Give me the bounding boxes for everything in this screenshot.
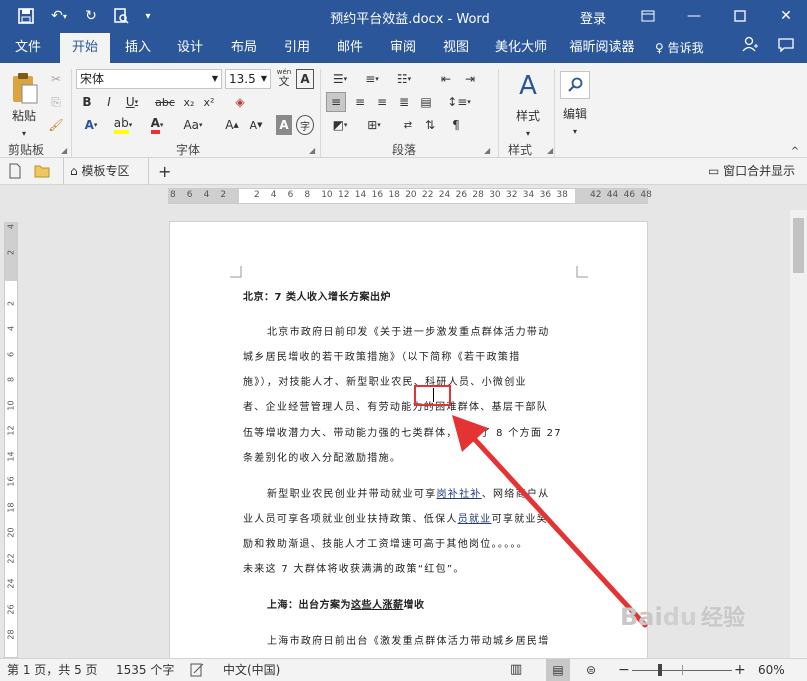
- vertical-scrollbar[interactable]: [790, 210, 807, 658]
- zoom-in-icon[interactable]: +: [734, 659, 746, 681]
- status-bar: 第 1 页，共 5 页 1535 个字 中文(中国) ▥ ▤ ⊜ − + 60%: [0, 658, 807, 681]
- zoom-slider-thumb[interactable]: [658, 664, 662, 676]
- web-layout-icon[interactable]: ⊜: [586, 659, 596, 681]
- proofing-icon[interactable]: [190, 659, 204, 681]
- language-indicator[interactable]: 中文(中国): [223, 659, 280, 681]
- zoom-slider[interactable]: [632, 659, 732, 681]
- zoom-level[interactable]: 60%: [758, 659, 785, 681]
- baidu-watermark: Baidu 经验: [620, 603, 745, 631]
- zoom-out-icon[interactable]: −: [618, 659, 630, 681]
- print-layout-icon[interactable]: ▤: [546, 659, 570, 681]
- read-mode-icon[interactable]: ▥: [510, 659, 522, 681]
- scrollbar-thumb[interactable]: [793, 218, 804, 273]
- page-count[interactable]: 第 1 页，共 5 页: [7, 659, 98, 681]
- annotation-arrow: [452, 415, 648, 628]
- word-count[interactable]: 1535 个字: [116, 659, 174, 681]
